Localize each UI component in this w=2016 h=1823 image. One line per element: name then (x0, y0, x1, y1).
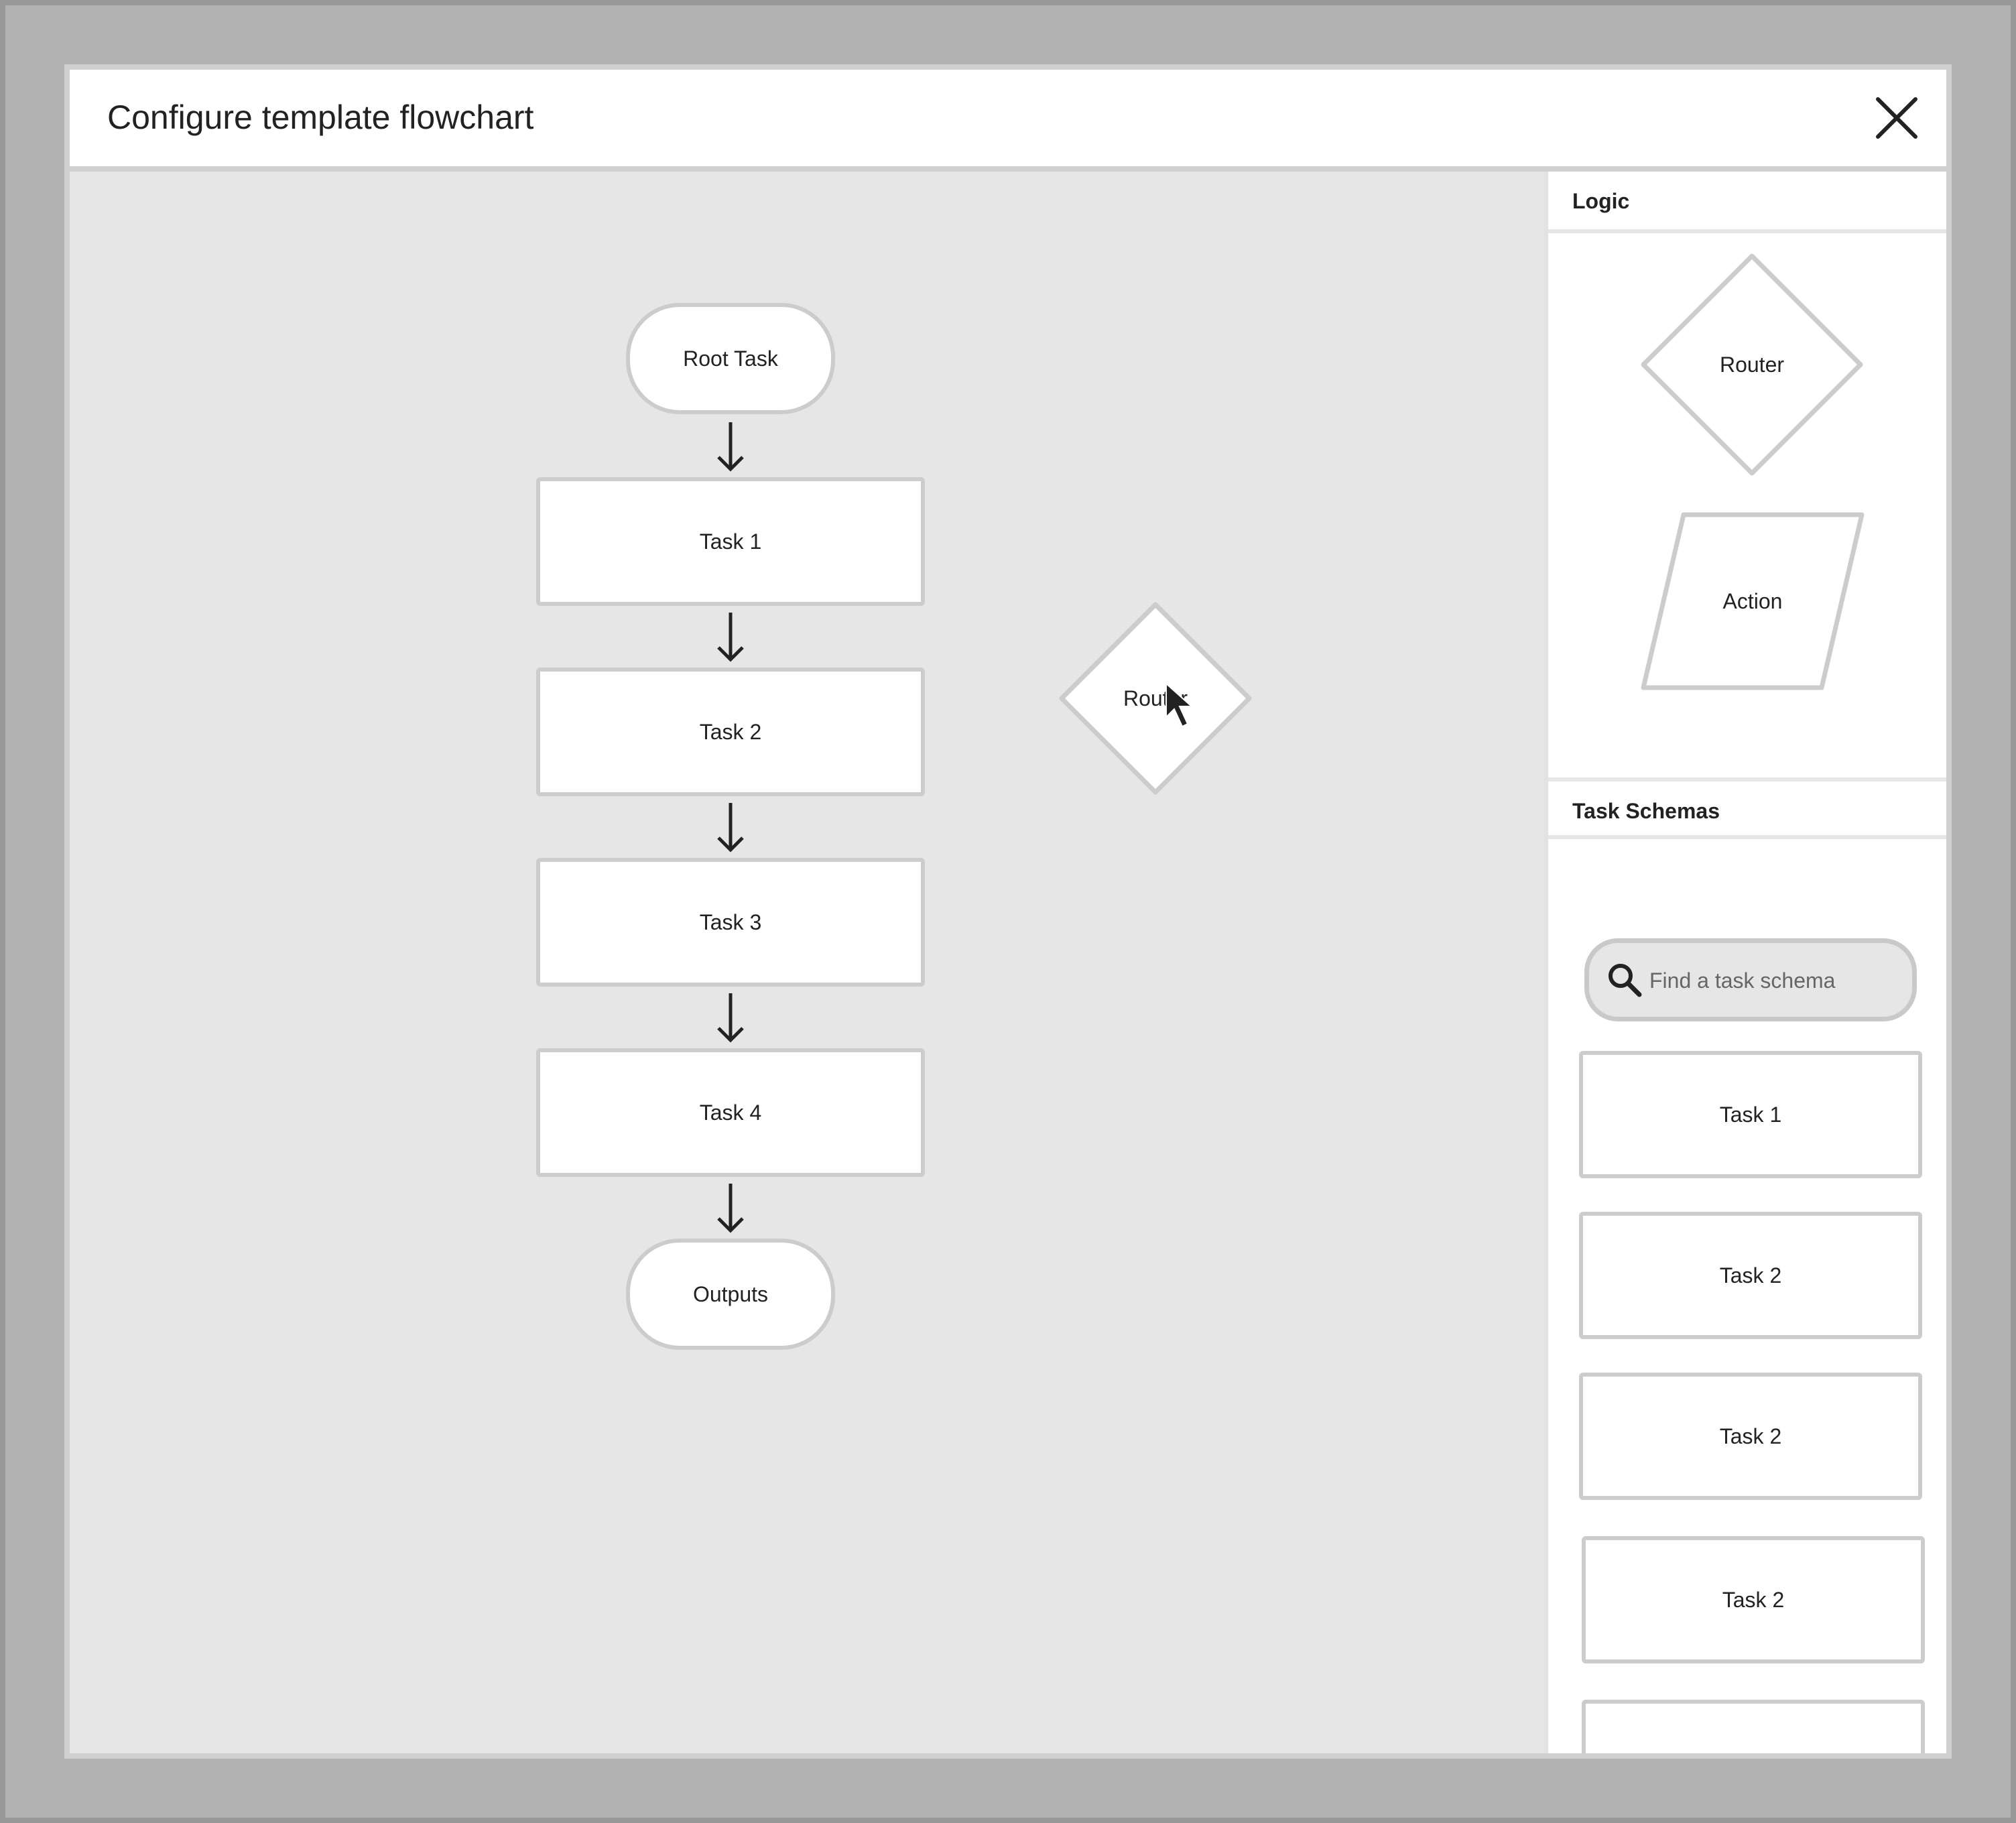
schema-card[interactable]: Task 1 (1579, 1051, 1922, 1178)
dialog-header: Configure template flowchart (70, 70, 1946, 172)
schema-card[interactable]: Task 2 (1582, 1536, 1925, 1663)
task-node[interactable]: Task 1 (536, 477, 925, 606)
close-button[interactable] (1874, 95, 1919, 141)
arrow-down-icon (717, 1184, 744, 1233)
task-schemas-section-title: Task Schemas (1572, 799, 1720, 823)
task-node-label: Task 1 (699, 529, 762, 554)
arrow-down-icon (717, 613, 744, 662)
root-task-label: Root Task (683, 346, 778, 371)
schema-search-input[interactable] (1648, 956, 1905, 1005)
schema-card-label: Task 2 (1719, 1424, 1782, 1448)
logic-item-action[interactable]: Action (1639, 511, 1866, 692)
arrow-down-icon (717, 422, 744, 472)
search-icon (1609, 964, 1642, 997)
outputs-node[interactable]: Outputs (626, 1239, 835, 1350)
router-node-label: Router (1123, 686, 1188, 710)
root-task-node[interactable]: Root Task (626, 303, 835, 414)
logic-item-router[interactable]: Router (1639, 252, 1865, 477)
task-node[interactable]: Task 3 (536, 858, 925, 987)
schema-card[interactable]: Task 2 (1579, 1373, 1922, 1500)
schema-search-box[interactable] (1584, 938, 1917, 1021)
arrow-down-icon (717, 803, 744, 853)
outputs-label: Outputs (692, 1281, 769, 1306)
flowchart-dialog: Configure template flowchart Root Task T… (64, 64, 1952, 1759)
task-node-label: Task 3 (699, 909, 762, 934)
schema-card[interactable]: Task 2 (1579, 1212, 1922, 1339)
schema-card-label: Task 1 (1719, 1102, 1782, 1127)
task-node-label: Task 2 (699, 719, 762, 744)
task-schemas-section-header: Task Schemas (1548, 777, 1946, 839)
logic-item-label: Action (1722, 588, 1783, 613)
router-node[interactable]: Router (1058, 601, 1253, 796)
logic-item-label: Router (1719, 352, 1785, 377)
logic-section-header: Logic (1548, 172, 1946, 233)
task-node[interactable]: Task 4 (536, 1048, 925, 1177)
dialog-title: Configure template flowchart (107, 99, 534, 136)
task-node[interactable]: Task 2 (536, 668, 925, 796)
schema-card-label: Task 2 (1722, 1751, 1784, 1754)
close-icon (1876, 97, 1917, 139)
logic-section-title: Logic (1572, 189, 1630, 213)
mouse-pointer-icon (1166, 682, 1194, 728)
schema-card-label: Task 2 (1722, 1587, 1785, 1612)
flowchart-canvas[interactable]: Root Task Task 1 Task 2 Task 3 Task 4 Ou… (70, 172, 1544, 1753)
arrow-down-icon (717, 993, 744, 1043)
schema-card[interactable]: Task 2 (1582, 1700, 1925, 1754)
task-node-label: Task 4 (699, 1100, 762, 1125)
palette-sidebar: Logic Router Action Task Schemas Tas (1544, 172, 1946, 1754)
schema-card-label: Task 2 (1719, 1263, 1782, 1287)
